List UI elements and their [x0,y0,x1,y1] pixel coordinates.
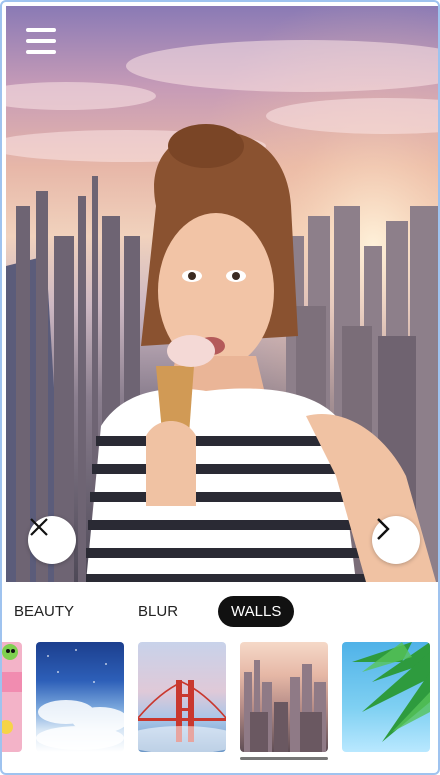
tab-beauty[interactable]: BEAUTY [2,597,86,626]
hamburger-line [26,50,56,54]
close-button[interactable] [28,516,76,564]
chevron-right-icon [377,518,390,540]
city-skyline-thumb[interactable] [240,642,328,752]
menu-button[interactable] [26,26,56,56]
next-button[interactable] [372,516,420,564]
app-frame: BEAUTY BLUR WALLS [0,0,440,775]
sky-clouds-thumb[interactable] [36,642,124,752]
photo-canvas [6,6,438,582]
hamburger-line [26,28,56,32]
tab-walls[interactable]: WALLS [218,595,295,627]
wallpaper-thumbnails [2,640,438,760]
city-background [6,6,438,582]
palm-beach-thumb[interactable] [342,642,430,752]
sticker-thumb[interactable] [2,642,22,752]
selected-indicator [240,757,328,760]
close-icon [30,518,48,536]
tab-blur[interactable]: BLUR [126,597,190,626]
hamburger-line [26,39,56,43]
effect-tabs: BEAUTY BLUR WALLS [2,585,438,637]
golden-gate-bridge-thumb[interactable] [138,642,226,752]
